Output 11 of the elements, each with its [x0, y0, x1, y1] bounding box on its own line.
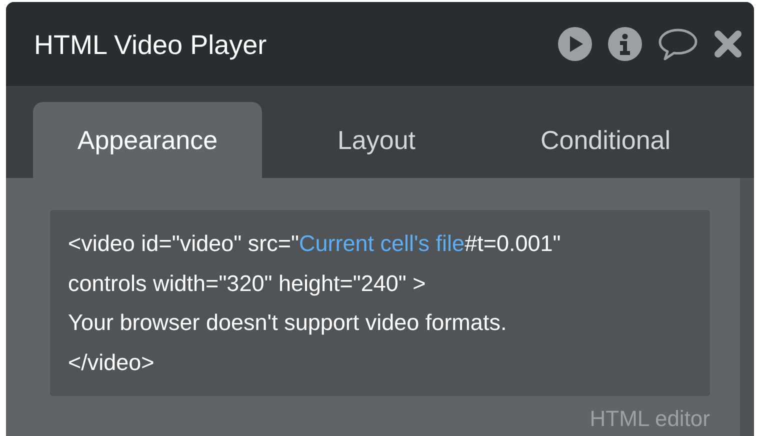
play-icon[interactable]: [558, 27, 592, 61]
comment-icon[interactable]: [658, 27, 698, 61]
close-icon[interactable]: [714, 30, 742, 58]
tab[interactable]: Layout: [262, 102, 491, 178]
tab[interactable]: Appearance: [33, 102, 262, 178]
window-title: HTML Video Player: [34, 28, 267, 62]
editor-caption: HTML editor: [588, 405, 710, 433]
tab[interactable]: Conditional: [491, 102, 720, 178]
info-icon[interactable]: [608, 27, 642, 61]
html-code-editor[interactable]: <video id="video" src="Current cell's file#t=0.001" controls width="320" height="240" > Your browser doesn't support video formats. </video>: [50, 210, 710, 396]
scrollbar[interactable]: [740, 178, 754, 436]
